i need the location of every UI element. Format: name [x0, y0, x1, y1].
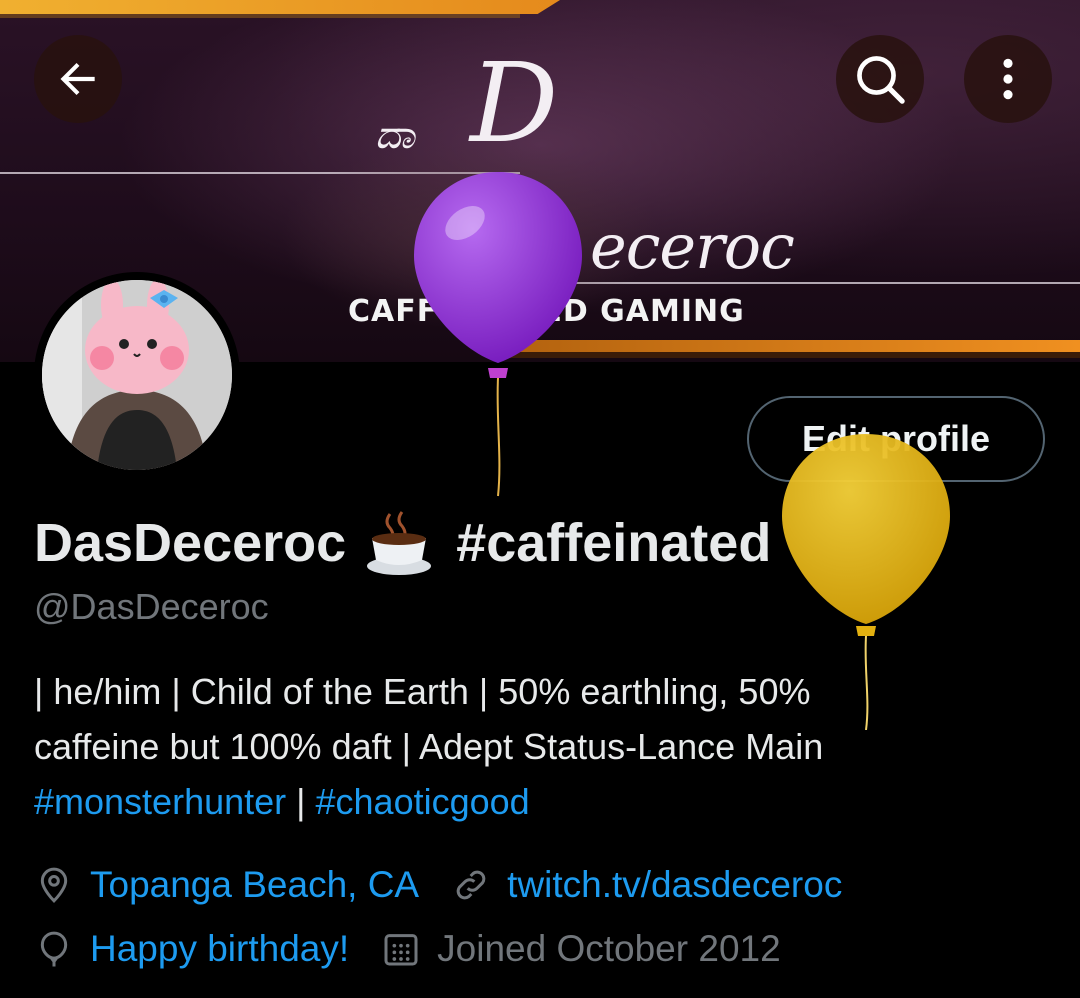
profile-meta-row-1: Topanga Beach, CA twitch.tv/dasdeceroc — [34, 864, 842, 906]
logo-subtitle: CAFFEINATED GAMING — [348, 294, 745, 329]
avatar-image — [42, 280, 232, 470]
hashtag-link[interactable]: #monsterhunter — [34, 781, 286, 822]
banner-stripe-shadow — [0, 14, 520, 18]
location-text: Topanga Beach, CA — [90, 864, 420, 905]
banner-stripe-bottom — [480, 340, 1080, 352]
display-name: DasDeceroc — [34, 513, 347, 573]
banner-stripe-top — [0, 0, 560, 14]
logo-prefix: ದಾ — [375, 112, 415, 158]
balloon-icon — [40, 931, 68, 967]
bio: | he/him | Child of the Earth | 50% eart… — [34, 664, 1044, 829]
website-link[interactable]: twitch.tv/dasdeceroc — [507, 864, 842, 906]
banner-stripe-bottom-shadow — [500, 352, 1080, 358]
logo-initial: D — [470, 39, 559, 167]
link-icon — [456, 870, 486, 900]
calendar-icon — [384, 934, 418, 966]
edit-profile-button[interactable]: Edit profile — [747, 396, 1045, 482]
bio-separator: | — [286, 781, 316, 822]
avatar[interactable] — [34, 272, 240, 478]
display-name-hashtag[interactable]: #caffeinated — [456, 512, 771, 574]
logo-text: eceroc — [590, 210, 795, 283]
hot-beverage-emoji — [364, 508, 434, 578]
display-name-row: DasDeceroc #caffeinated — [34, 508, 771, 578]
bio-line: | he/him | Child of the Earth | 50% eart… — [34, 671, 811, 712]
more-vertical-icon — [1003, 58, 1013, 100]
back-button[interactable] — [34, 35, 122, 123]
arrow-left-icon — [60, 62, 95, 96]
hashtag-link[interactable]: #chaoticgood — [316, 781, 530, 822]
profile-meta-row-2: Happy birthday! Joined October 2012 — [34, 928, 781, 970]
joined-date: Joined October 2012 — [437, 928, 781, 969]
bio-hashtags: #monsterhunter | #chaoticgood — [34, 774, 1044, 829]
avatar-illustration — [42, 280, 232, 470]
search-button[interactable] — [836, 35, 924, 123]
location-pin-icon — [40, 867, 68, 903]
user-handle: @DasDeceroc — [34, 586, 269, 627]
more-options-button[interactable] — [964, 35, 1052, 123]
birthday-link[interactable]: Happy birthday! — [90, 928, 349, 970]
bio-line: caffeine but 100% daft | Adept Status-La… — [34, 726, 824, 767]
search-icon — [857, 56, 905, 104]
